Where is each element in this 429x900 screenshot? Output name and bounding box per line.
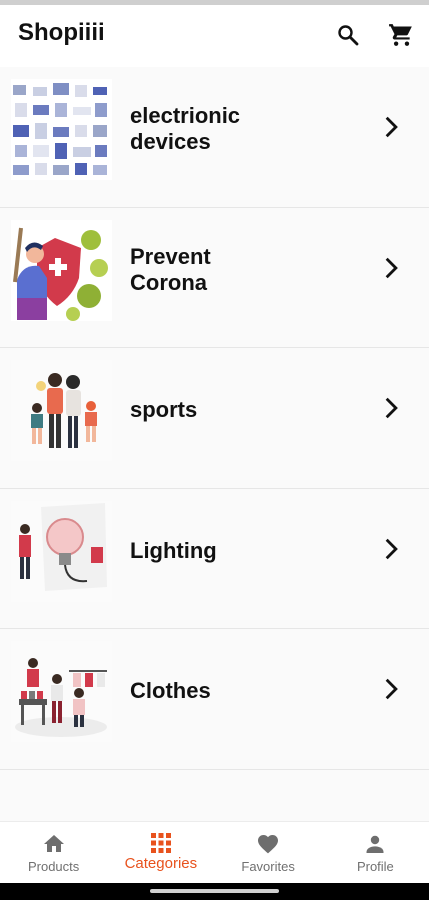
category-label: Lighting	[130, 537, 217, 563]
gesture-handle[interactable]	[150, 889, 279, 893]
nav-label: Profile	[356, 859, 394, 874]
bottom-navigation: Products Categories Favorites Profile	[0, 821, 429, 883]
nav-label: Favorites	[241, 859, 295, 874]
category-label: Clothes	[130, 678, 211, 703]
nav-item-favorites[interactable]: Favorites	[215, 822, 322, 883]
light-bulb-illustration	[11, 500, 112, 602]
nav-label: Categories	[124, 855, 198, 872]
chevron-right-icon	[385, 678, 398, 700]
category-label: electrionic devices	[130, 103, 241, 154]
electronic-devices-illustration	[11, 79, 112, 180]
chevron-right-icon	[385, 538, 398, 559]
shopping-cart-icon	[389, 24, 412, 46]
category-list: electrionic devices Prevent Corona sport…	[0, 67, 429, 770]
nav-item-profile[interactable]: Profile	[322, 822, 429, 883]
app-bar: Shopiiii	[0, 5, 429, 67]
cart-button[interactable]	[386, 20, 416, 50]
category-row-sports[interactable]: sports	[0, 348, 429, 489]
grid-icon	[150, 833, 171, 853]
heart-icon	[258, 835, 279, 854]
category-row-prevent-corona[interactable]: Prevent Corona	[0, 207, 429, 348]
virus-shield-illustration	[11, 219, 112, 321]
search-button[interactable]	[333, 20, 363, 50]
category-row-electronic-devices[interactable]: electrionic devices	[0, 67, 429, 208]
nav-label: Products	[27, 859, 80, 874]
category-label: Prevent Corona	[130, 243, 211, 295]
clothing-store-illustration	[11, 641, 112, 742]
category-row-clothes[interactable]: Clothes	[0, 629, 429, 770]
chevron-right-icon	[385, 116, 398, 138]
chevron-right-icon	[385, 257, 398, 278]
nav-item-products[interactable]: Products	[0, 822, 107, 883]
system-gesture-area	[0, 883, 429, 900]
category-row-lighting[interactable]: Lighting	[0, 488, 429, 629]
chevron-right-icon	[385, 397, 398, 419]
search-icon	[338, 25, 359, 46]
family-sports-illustration	[11, 360, 112, 461]
nav-item-categories[interactable]: Categories	[107, 822, 214, 883]
app-title: Shopiiii	[18, 19, 105, 46]
category-label: sports	[130, 397, 198, 422]
person-icon	[366, 835, 384, 853]
home-icon	[43, 835, 64, 852]
